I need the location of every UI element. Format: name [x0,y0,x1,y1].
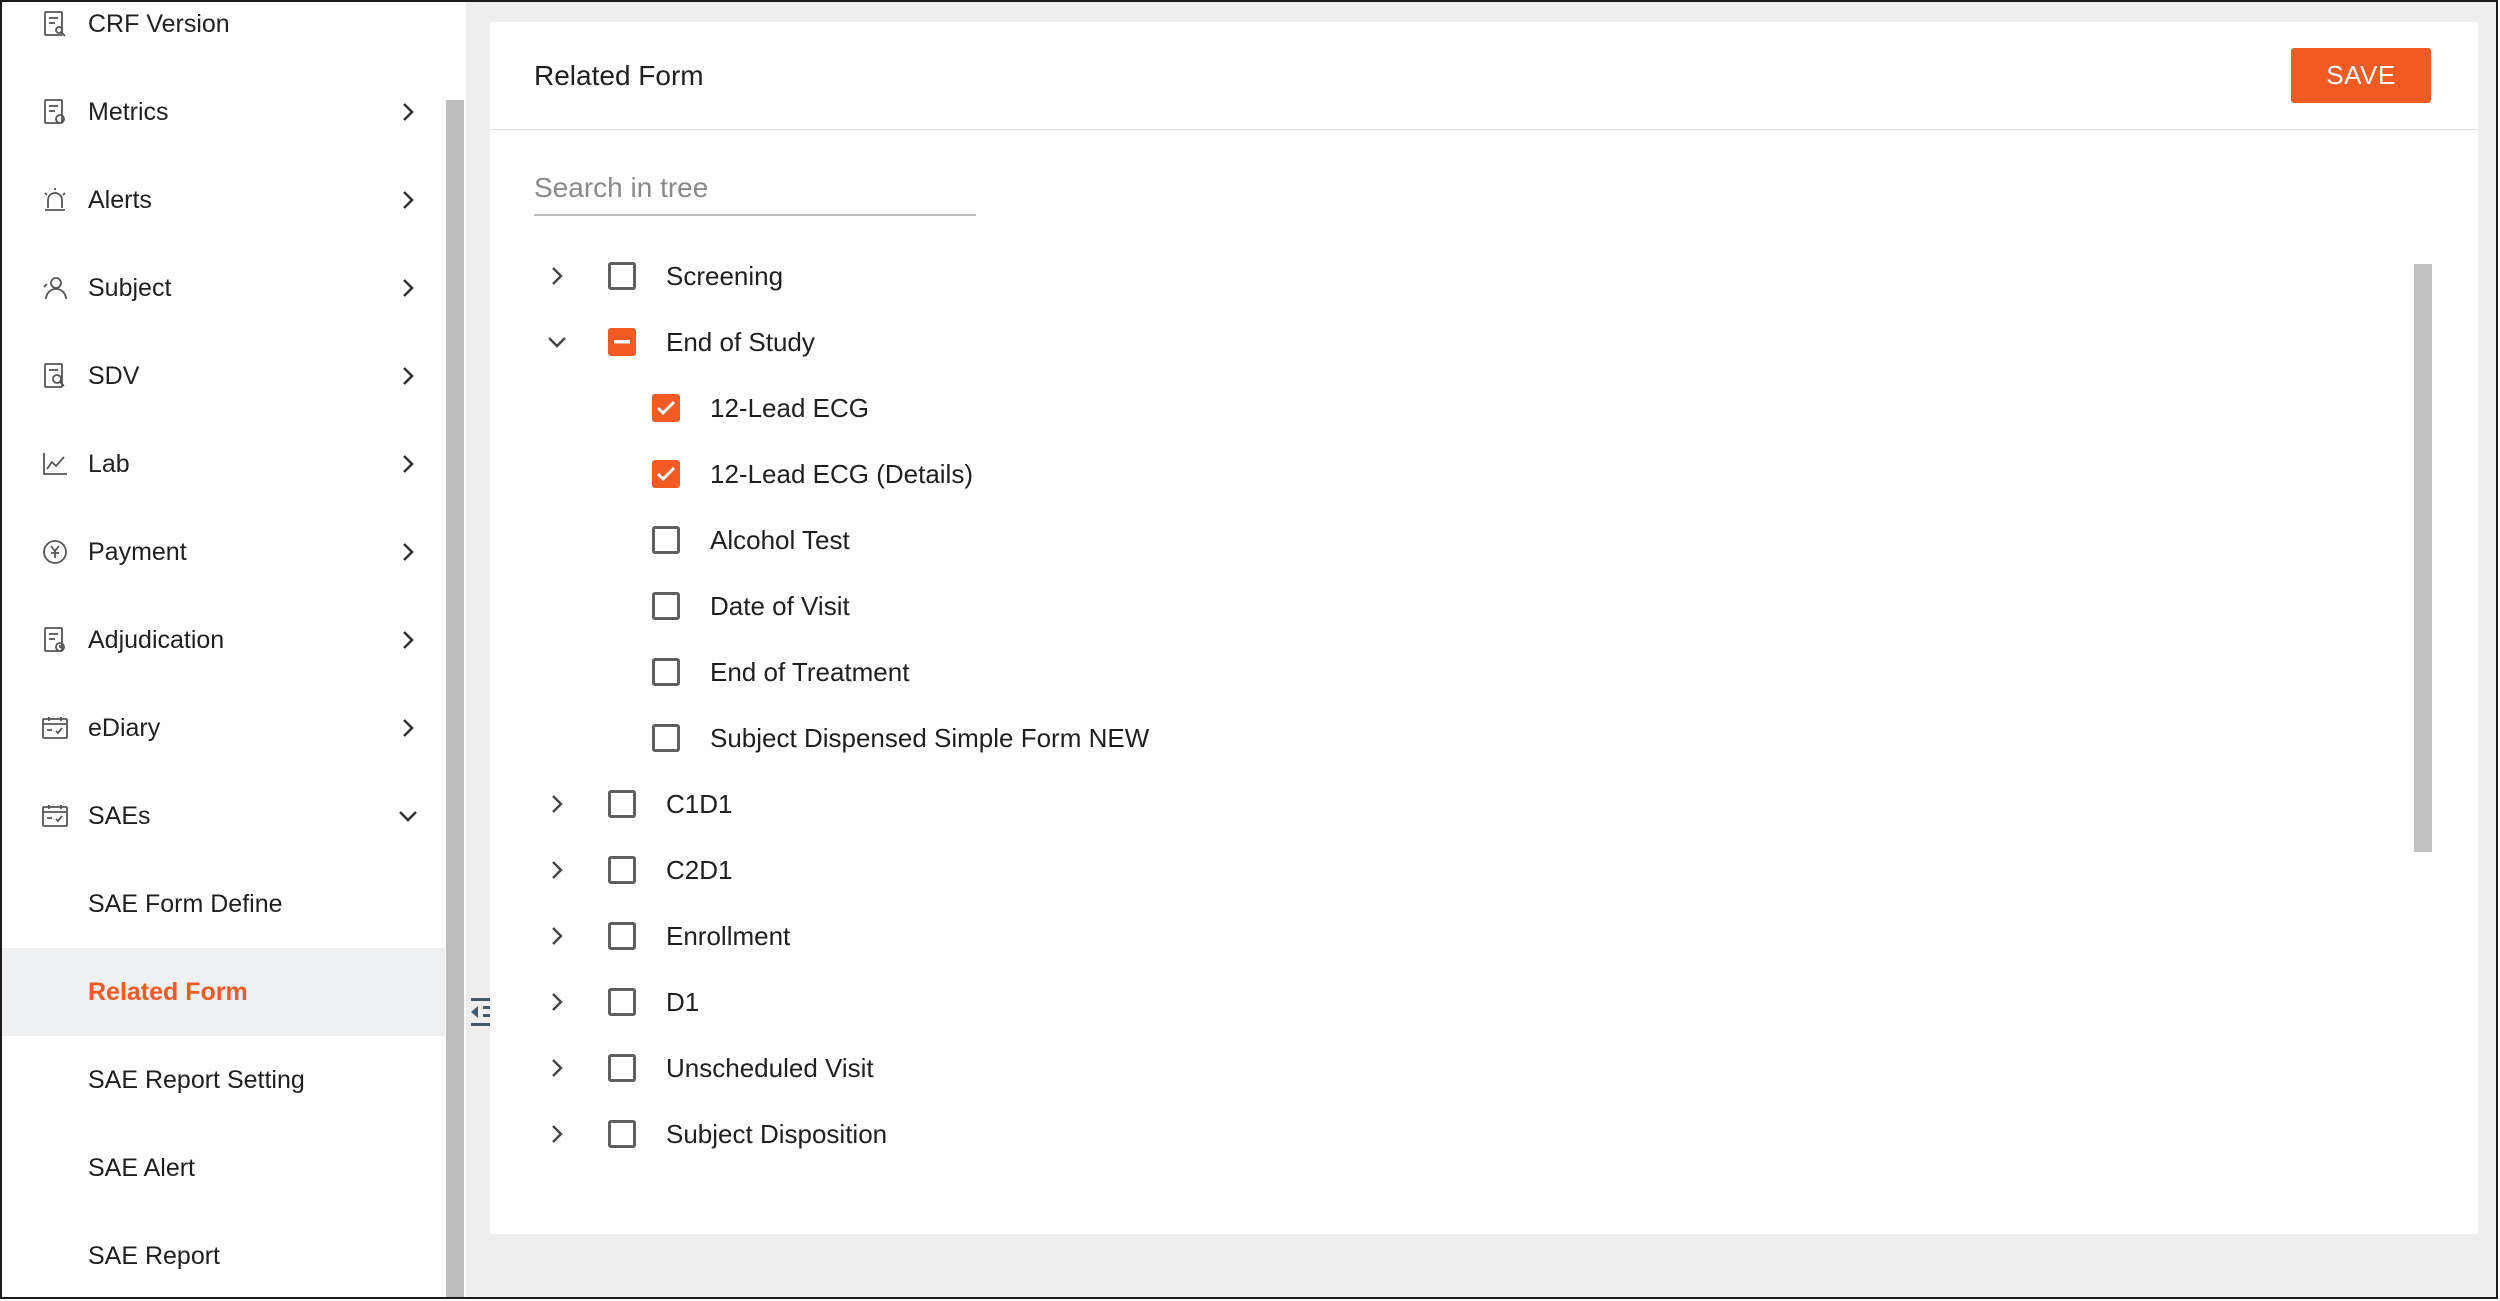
tree-checkbox[interactable] [608,1120,636,1148]
sidebar-item-label: Subject [88,273,172,302]
chevron-right-icon[interactable] [542,855,572,885]
tree-checkbox[interactable] [608,856,636,884]
sidebar-item-subject[interactable]: Subject [2,244,445,332]
tree-node-label: Subject Disposition [666,1118,888,1149]
tree-checkbox[interactable] [652,658,680,686]
sidebar-subitem-sae-form-define[interactable]: SAE Form Define [2,860,445,948]
sidebar-item-adjudication[interactable]: Adjudication [2,596,445,684]
sidebar-item-lab[interactable]: Lab [2,420,445,508]
chevron-down-icon[interactable] [542,327,572,357]
sidebar-item-label: CRF Version [88,9,230,38]
tree-node-label: End of Treatment [710,656,910,687]
tree-checkbox[interactable] [608,1054,636,1082]
sidebar-subitem-label: SAE Form Define [88,889,283,918]
sidebar-scroll-track [446,2,464,100]
sidebar-item-label: Metrics [88,97,169,126]
sidebar-item-label: Lab [88,449,130,478]
sidebar-item-label: Adjudication [88,625,225,654]
card-header: Related Form SAVE [490,22,2478,130]
subject-icon [40,273,70,303]
tree-checkbox[interactable] [652,460,680,488]
tree-checkbox[interactable] [608,262,636,290]
sidebar-subitem-sae-report-setting[interactable]: SAE Report Setting [2,1036,445,1124]
tree-checkbox[interactable] [652,592,680,620]
sidebar-subitem-sae-report[interactable]: SAE Report [2,1212,445,1298]
sidebar-item-ediary[interactable]: eDiary [2,684,445,772]
sidebar-subitem-sae-alert[interactable]: SAE Alert [2,1124,445,1212]
sidebar-item-label: Alerts [88,185,152,214]
sidebar-scrollbar[interactable] [446,100,464,1298]
chevron-right-icon[interactable] [542,261,572,291]
chevron-right-icon [395,451,421,477]
chevron-right-icon[interactable] [542,789,572,819]
tree-node-label: 12-Lead ECG [710,392,869,423]
tree-checkbox[interactable] [608,328,636,356]
tree-node-label: C2D1 [666,854,733,885]
sidebar-item-payment[interactable]: Payment [2,508,445,596]
adjudication-icon [40,625,70,655]
sidebar-item-crf-version[interactable]: CRF Version [2,2,445,68]
chevron-right-icon [395,627,421,653]
sidebar-item-label: eDiary [88,713,161,742]
tree-node-label: Subject Dispensed Simple Form NEW [710,722,1150,753]
chevron-right-icon [395,363,421,389]
tree-node-label: Date of Visit [710,590,850,621]
tree-node-label: End of Study [666,326,815,357]
chevron-down-icon [395,803,421,829]
sidebar-subitem-label: Related Form [88,977,248,1006]
sidebar-item-label: Payment [88,537,187,566]
tree-checkbox[interactable] [652,724,680,752]
chevron-right-icon[interactable] [542,921,572,951]
sidebar-subitem-related-form[interactable]: Related Form [2,948,445,1036]
sdv-icon [40,361,70,391]
crf-version-icon [40,9,70,39]
tree-scrollbar[interactable] [2414,264,2432,852]
metrics-icon [40,97,70,127]
tree-node-label: Screening [666,260,784,291]
tree-checkbox[interactable] [608,790,636,818]
chevron-right-icon [395,539,421,565]
sidebar-item-sdv[interactable]: SDV [2,332,445,420]
sidebar-subitem-label: SAE Alert [88,1153,195,1182]
saes-icon [40,801,70,831]
chevron-right-icon [395,715,421,741]
tree-checkbox[interactable] [608,922,636,950]
related-form-card: Related Form SAVE Screening End of Study 1… [490,22,2478,1234]
tree-node-label: Enrollment [666,920,791,951]
tree-checkbox[interactable] [652,394,680,422]
search-tree-input[interactable] [534,162,976,216]
chevron-right-icon[interactable] [542,1119,572,1149]
tree-node-label: Alcohol Test [710,524,850,555]
page-title: Related Form [534,60,704,91]
sidebar-item-label: SAEs [88,801,151,830]
sidebar: CRF Version Metrics Alerts Subject SDV L [2,2,445,1298]
sidebar-subitem-label: SAE Report [88,1241,221,1270]
chevron-right-icon[interactable] [542,987,572,1017]
lab-icon [40,449,70,479]
tree-node-label: Unscheduled Visit [666,1052,874,1083]
tree-node-label: C1D1 [666,788,733,819]
payment-icon [40,537,70,567]
sidebar-item-label: SDV [88,361,140,390]
chevron-right-icon [395,99,421,125]
chevron-right-icon[interactable] [542,1053,572,1083]
tree-node-label: 12-Lead ECG (Details) [710,458,973,489]
chevron-right-icon [395,275,421,301]
chevron-right-icon [395,187,421,213]
tree-node-label: D1 [666,986,700,1017]
sidebar-item-saes[interactable]: SAEs [2,772,445,860]
save-button[interactable]: SAVE [2291,48,2431,103]
tree-checkbox[interactable] [652,526,680,554]
sidebar-item-alerts[interactable]: Alerts [2,156,445,244]
alerts-icon [40,185,70,215]
sidebar-item-metrics[interactable]: Metrics [2,68,445,156]
sidebar-subitem-label: SAE Report Setting [88,1065,305,1094]
tree-checkbox[interactable] [608,988,636,1016]
ediary-icon [40,713,70,743]
